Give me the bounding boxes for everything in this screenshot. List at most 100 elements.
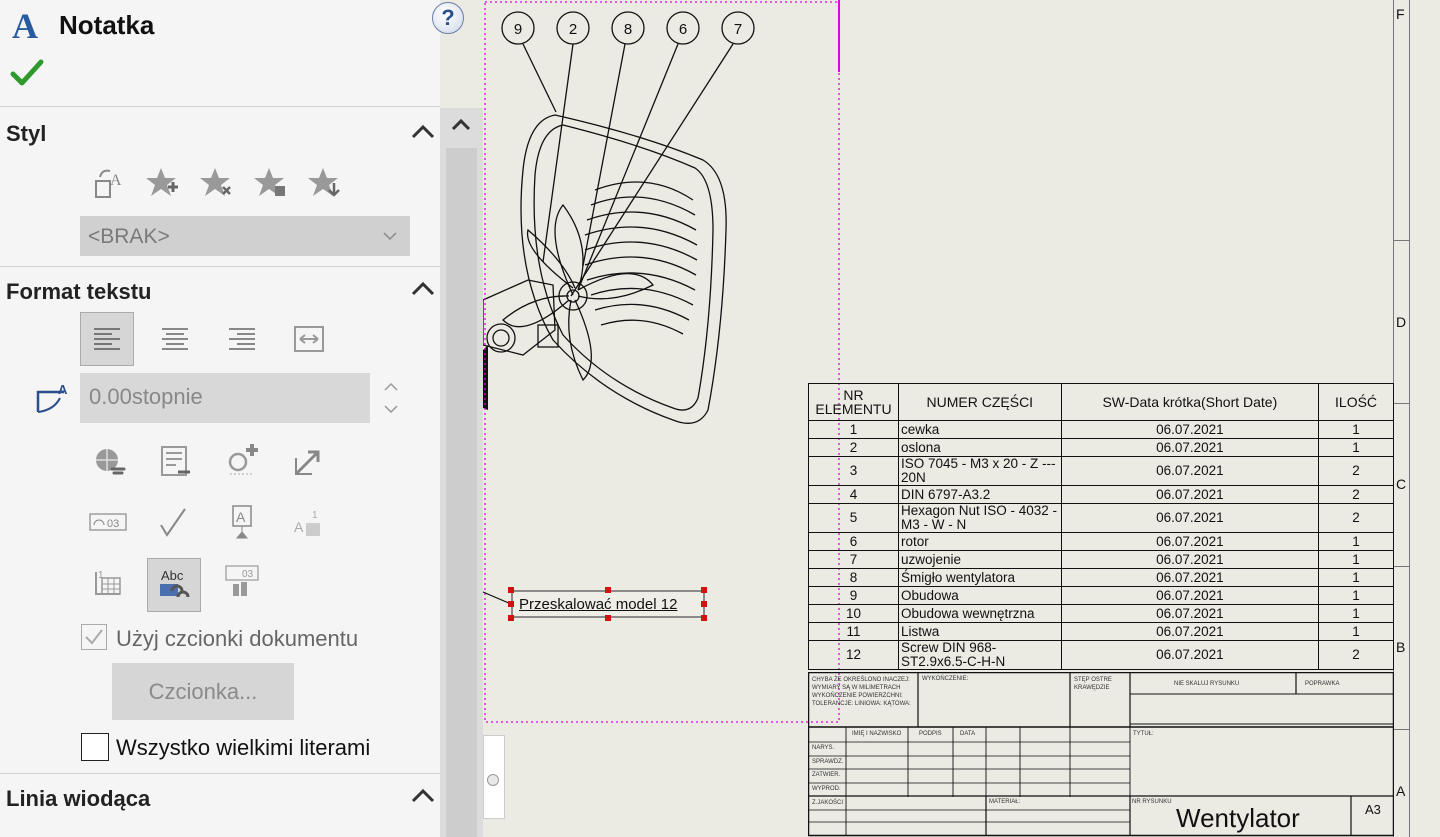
geometric-tolerance-icon[interactable]: 03	[86, 500, 130, 544]
title-block-noscale: NIE SKALUJ RYSUNKU	[1174, 681, 1240, 687]
note-grip-handle[interactable]	[508, 615, 514, 621]
title-block-date-col: DATA	[960, 731, 976, 737]
justify-icon[interactable]	[287, 317, 331, 361]
svg-text:03: 03	[107, 518, 119, 530]
collapse-leader-chevron-icon[interactable]	[410, 786, 436, 806]
delete-style-star-icon[interactable]	[194, 160, 238, 204]
bom-cell: Obudowa	[897, 586, 1062, 605]
bom-cell: 1	[1318, 622, 1394, 641]
zone-label-f: F	[1396, 6, 1405, 22]
link-to-property-icon[interactable]	[154, 440, 198, 484]
all-caps-checkbox[interactable]	[81, 733, 109, 761]
bom-row[interactable]: 1 cewka 06.07.2021 1	[808, 420, 1394, 439]
bom-cell: 1	[1318, 438, 1394, 457]
svg-text:03: 03	[242, 569, 254, 580]
bom-header-cell: NR ELEMENTU	[808, 383, 899, 421]
use-doc-font-checkbox[interactable]	[81, 624, 107, 650]
all-caps-label: Wszystko wielkimi literami	[116, 735, 371, 760]
bom-row[interactable]: 7 uzwojenie 06.07.2021 1	[808, 550, 1394, 569]
svg-text:1: 1	[312, 510, 318, 521]
bom-cell: uzwojenie	[897, 550, 1062, 569]
angle-spinner[interactable]	[374, 373, 408, 423]
bom-row[interactable]: 8 Śmigło wentylatora 06.07.2021 1	[808, 568, 1394, 587]
surface-finish-icon[interactable]	[153, 500, 197, 544]
bom-row[interactable]: 5 Hexagon Nut ISO - 4032 - M3 - W - N 06.0…	[808, 503, 1394, 533]
bom-table[interactable]: NR ELEMENTU NUMER CZĘŚCI SW-Data krótka(…	[808, 383, 1394, 670]
bom-row[interactable]: 9 Obudowa 06.07.2021 1	[808, 586, 1394, 605]
bom-cell: Hexagon Nut ISO - 4032 - M3 - W - N	[897, 503, 1062, 533]
add-symbol-icon[interactable]	[220, 440, 264, 484]
bom-cell: DIN 6797-A3.2	[897, 485, 1062, 504]
bom-header-cell: NUMER CZĘŚCI	[897, 383, 1062, 421]
datum-target-icon[interactable]: A1	[286, 500, 330, 544]
angle-input-value: 0.00stopnie	[89, 384, 203, 409]
insert-table-icon[interactable]: 1	[86, 560, 130, 604]
bom-cell: 2	[1318, 485, 1394, 504]
font-button[interactable]: Czcionka...	[112, 663, 294, 720]
zone-tick	[1393, 729, 1410, 730]
add-style-star-icon[interactable]	[140, 160, 184, 204]
help-icon[interactable]: ?	[432, 2, 464, 34]
note-grip-handle[interactable]	[508, 601, 514, 607]
bom-cell: ISO 7045 - M3 x 20 - Z --- 20N	[897, 456, 1062, 486]
chevron-down-icon	[382, 229, 398, 247]
note-grip-handle[interactable]	[605, 587, 611, 593]
bom-cell: 06.07.2021	[1060, 550, 1320, 569]
note-grip-handle[interactable]	[605, 615, 611, 621]
svg-text:Abc: Abc	[161, 568, 184, 583]
lock-anchor-icon[interactable]	[286, 440, 330, 484]
bom-cell: Screw DIN 968-ST2.9x6.5-C-H-N	[897, 640, 1062, 670]
hyperlink-globe-icon[interactable]	[88, 440, 132, 484]
bom-row[interactable]: 12 Screw DIN 968-ST2.9x6.5-C-H-N 06.07.202…	[808, 640, 1394, 670]
bom-cell: 12	[808, 640, 899, 670]
title-block-edges: STĘP OSTRE KRAWĘDZIE	[1074, 677, 1112, 691]
bom-row[interactable]: 10 Obudowa wewnętrzna 06.07.2021 1	[808, 604, 1394, 623]
bom-cell: Obudowa wewnętrzna	[897, 604, 1062, 623]
property-manager-panel: A Notatka ? Styl A <BRAK> Format tekstu	[0, 0, 464, 837]
note-grip-handle[interactable]	[508, 587, 514, 593]
bom-cell: 06.07.2021	[1060, 420, 1320, 439]
style-section-title: Styl	[6, 121, 47, 146]
bom-cell: 1	[1318, 420, 1394, 439]
bom-header-cell: ILOŚĆ	[1318, 383, 1394, 421]
bom-cell: 1	[808, 420, 899, 439]
note-grip-handle[interactable]	[701, 601, 707, 607]
angle-input[interactable]: 0.00stopnie	[80, 373, 370, 423]
note-text[interactable]: Przeskalować model 12	[519, 596, 677, 613]
bom-cell: 06.07.2021	[1060, 438, 1320, 457]
zone-label-c: C	[1396, 476, 1407, 492]
zone-label-b: B	[1396, 639, 1406, 655]
bom-row[interactable]: 3 ISO 7045 - M3 x 20 - Z --- 20N 06.07.202…	[808, 456, 1394, 486]
bom-cell: 1	[1318, 550, 1394, 569]
collapse-text-format-chevron-icon[interactable]	[410, 279, 436, 299]
load-style-star-icon[interactable]	[302, 160, 346, 204]
bom-row[interactable]: 6 rotor 06.07.2021 1	[808, 532, 1394, 551]
bom-cell: 06.07.2021	[1060, 640, 1320, 670]
bom-cell: Listwa	[897, 622, 1062, 641]
note-grip-handle[interactable]	[701, 587, 707, 593]
save-style-star-icon[interactable]	[248, 160, 292, 204]
align-left-icon[interactable]	[80, 312, 134, 366]
bom-cell: 1	[1318, 604, 1394, 623]
datum-feature-icon[interactable]: A	[220, 500, 264, 544]
stacked-balloon-icon[interactable]: 03	[220, 560, 264, 604]
ok-check-icon[interactable]	[10, 56, 44, 90]
link-to-text-icon[interactable]: Abc	[147, 558, 201, 612]
bom-row[interactable]: 2 oslona 06.07.2021 1	[808, 438, 1394, 457]
bom-row[interactable]: 4 DIN 6797-A3.2 06.07.2021 2	[808, 485, 1394, 504]
collapse-style-chevron-icon[interactable]	[410, 122, 436, 142]
panel-scrollbar-thumb[interactable]	[446, 148, 477, 837]
align-right-icon[interactable]	[220, 317, 264, 361]
zone-label-a: A	[1396, 783, 1406, 799]
bom-row[interactable]: 11 Listwa 06.07.2021 1	[808, 622, 1394, 641]
zone-tick	[1393, 566, 1410, 567]
title-block-title-label: TYTUŁ:	[1133, 731, 1154, 737]
selected-note[interactable]: Przeskalować model 12	[511, 590, 705, 618]
scroll-up-chevron-icon[interactable]	[448, 112, 474, 138]
align-center-icon[interactable]	[153, 317, 197, 361]
title-block-name-col: IMIĘ I NAZWISKO	[852, 731, 902, 737]
style-dropdown[interactable]: <BRAK>	[80, 216, 410, 256]
apply-style-icon[interactable]: A	[86, 160, 130, 204]
note-grip-handle[interactable]	[701, 615, 707, 621]
bom-cell: 2	[1318, 456, 1394, 486]
